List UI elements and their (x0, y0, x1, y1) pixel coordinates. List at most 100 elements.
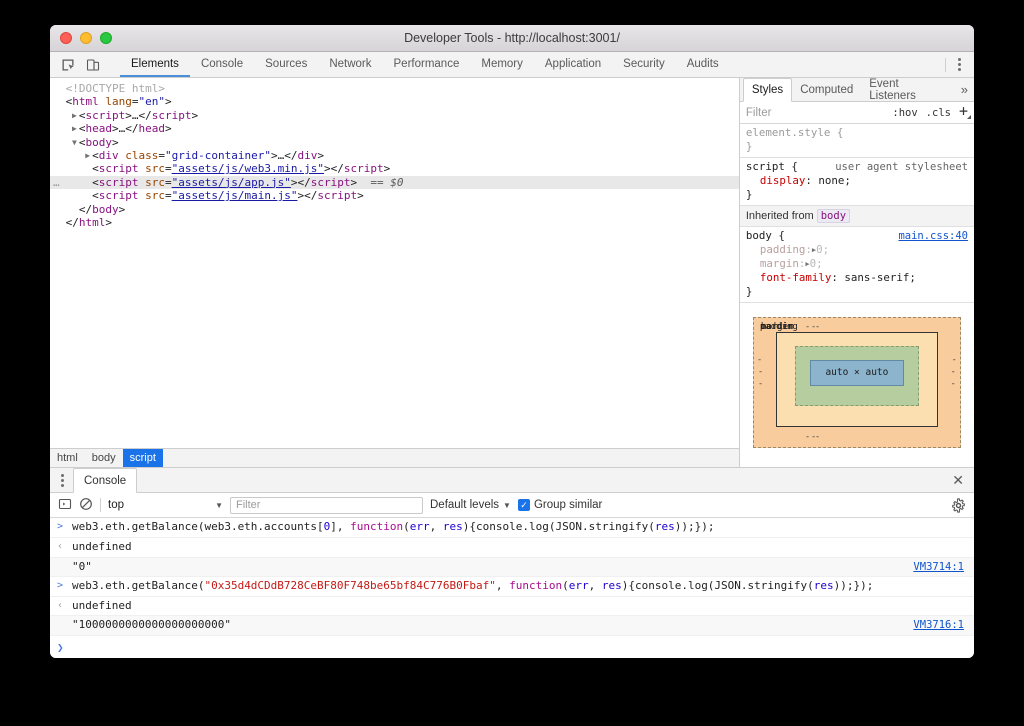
tab-console[interactable]: Console (190, 52, 254, 77)
more-options-kebab-icon[interactable] (953, 54, 966, 75)
console-sidebar-icon[interactable] (58, 497, 72, 514)
close-window-button[interactable] (60, 32, 72, 44)
css-declaration[interactable]: margin:▶0; (746, 257, 968, 271)
dom-node-row[interactable]: ▶ <div class="grid-container">…</div> (50, 149, 739, 162)
styles-filter-input[interactable]: Filter (746, 107, 772, 119)
box-model-border[interactable]: border - - - - padding - - - - auto × au… (757, 322, 957, 442)
collapsed-triangle-icon[interactable]: ▶ (70, 122, 79, 135)
console-input-message[interactable]: > web3.eth.getBalance("0x35d4dCDdB728CeBF… (50, 577, 974, 597)
tab-label: Network (329, 57, 372, 70)
styles-sidebar: Styles Computed Event Listeners » Filter… (739, 78, 974, 468)
box-model-border-right[interactable]: - (951, 365, 956, 379)
console-result-message[interactable]: ‹ undefined (50, 597, 974, 617)
tab-computed[interactable]: Computed (792, 78, 861, 101)
dom-node-row[interactable]: ▶ <head>…</head> (50, 122, 739, 135)
dom-node-row[interactable]: </body> (50, 203, 739, 216)
box-model-padding-right[interactable]: - (952, 353, 957, 367)
clear-console-icon[interactable] (79, 497, 93, 514)
minimize-window-button[interactable] (80, 32, 92, 44)
console-log-message[interactable]: "0" VM3714:1 (50, 557, 974, 578)
css-declaration[interactable]: padding:▶0; (746, 243, 968, 257)
tab-styles[interactable]: Styles (742, 78, 793, 102)
inherited-from-header: Inherited from body (739, 206, 974, 227)
dom-attr-link[interactable]: "assets/js/app.js" (172, 176, 291, 189)
tab-security[interactable]: Security (612, 52, 676, 77)
box-model-padding-left[interactable]: - (757, 353, 762, 367)
css-declaration[interactable]: font-family: sans-serif; (746, 271, 968, 285)
css-rule-origin-link[interactable]: main.css:40 (898, 229, 968, 243)
box-model-border-bottom[interactable]: - (811, 430, 816, 444)
console-message-list[interactable]: > web3.eth.getBalance(web3.eth.accounts[0… (50, 518, 974, 636)
console-levels-selector[interactable]: Default levels ▼ (430, 499, 511, 511)
box-model-padding-top[interactable]: - (805, 320, 810, 334)
tab-memory[interactable]: Memory (470, 52, 534, 77)
add-style-rule-icon[interactable]: + (959, 104, 972, 119)
console-log-message[interactable]: "1000000000000000000000" VM3716:1 (50, 616, 974, 636)
inherited-source-tag[interactable]: body (816, 209, 851, 223)
collapsed-triangle-icon[interactable]: ▶ (83, 149, 92, 162)
box-model-diagram[interactable]: margin - - - - border - - - - padding - … (752, 317, 961, 448)
dom-token-punc: < (92, 148, 99, 162)
dom-node-row[interactable]: <script src="assets/js/web3.min.js"></sc… (50, 162, 739, 175)
inspect-element-icon[interactable] (57, 54, 79, 76)
close-drawer-icon[interactable]: ✕ (942, 468, 974, 492)
css-rule-script[interactable]: user agent stylesheet script { display: … (739, 158, 974, 206)
box-model-padding-bottom[interactable]: - (805, 430, 810, 444)
dom-attr-link[interactable]: "assets/js/web3.min.js" (172, 162, 324, 175)
breadcrumb-item-script[interactable]: script (122, 449, 163, 468)
dom-node-row[interactable]: ▼ <body> (50, 136, 739, 149)
dom-node-row[interactable]: <html lang="en"> (50, 95, 739, 108)
dom-token-punc: </ (284, 148, 298, 162)
tab-performance[interactable]: Performance (383, 52, 471, 77)
device-toolbar-icon[interactable] (82, 54, 104, 76)
css-rule-element-style[interactable]: element.style { } (739, 124, 974, 158)
css-rule-body[interactable]: main.css:40 body { padding:▶0; margin:▶0… (739, 227, 974, 303)
console-source-link-label[interactable]: VM3716:1 (913, 619, 964, 631)
css-declaration[interactable]: display: none; (746, 174, 968, 188)
console-source-link-label[interactable]: VM3714:1 (913, 561, 964, 573)
console-prompt[interactable]: ❯ (50, 636, 974, 658)
box-model-content[interactable]: auto × auto (809, 360, 904, 386)
css-brace-open: { (771, 229, 785, 242)
tab-sources[interactable]: Sources (254, 52, 318, 77)
css-property-name: padding (759, 243, 806, 256)
dom-node-row[interactable]: … <script src="assets/js/app.js"></scrip… (50, 175, 739, 190)
dom-node-row[interactable]: ▶ <script>…</script> (50, 109, 739, 122)
dom-node-row[interactable]: <!DOCTYPE html> (50, 82, 739, 95)
box-model-border-top[interactable]: - (811, 320, 816, 334)
breadcrumb-item-body[interactable]: body (85, 449, 123, 467)
dom-node-row[interactable]: </html> (50, 216, 739, 229)
console-settings-gear-icon[interactable] (951, 498, 966, 513)
tab-network[interactable]: Network (318, 52, 382, 77)
console-source-link[interactable]: VM3714:1 (913, 559, 964, 576)
tab-audits[interactable]: Audits (676, 52, 730, 77)
dom-attr-link[interactable]: "assets/js/main.js" (172, 189, 298, 202)
console-input-message[interactable]: > web3.eth.getBalance(web3.eth.accounts[0… (50, 518, 974, 539)
console-filter-input[interactable]: Filter (230, 496, 423, 514)
box-model-padding[interactable]: padding - - - - auto × auto (757, 322, 957, 442)
box-model-margin-right[interactable]: - (951, 377, 956, 391)
tab-event-listeners[interactable]: Event Listeners (861, 78, 955, 102)
dom-node-row[interactable]: <script src="assets/js/main.js"></script… (50, 189, 739, 202)
drawer-more-icon[interactable] (52, 468, 73, 492)
console-result-message[interactable]: ‹ undefined (50, 538, 974, 558)
expanded-triangle-icon[interactable]: ▼ (70, 136, 79, 149)
box-model-border-left[interactable]: - (758, 365, 763, 379)
maximize-window-button[interactable] (100, 32, 112, 44)
breadcrumb-item-html[interactable]: html (50, 449, 85, 467)
more-tabs-chevron-icon[interactable]: » (955, 78, 974, 101)
element-classes-button[interactable]: .cls (926, 107, 951, 119)
tab-elements[interactable]: Elements (120, 52, 190, 77)
drawer-tab-console[interactable]: Console (73, 468, 138, 494)
box-model-margin[interactable]: margin - - - - border - - - - padding - … (752, 317, 961, 448)
group-similar-checkbox[interactable]: ✓ Group similar (517, 499, 602, 512)
tab-application[interactable]: Application (534, 52, 612, 77)
toggle-element-state-button[interactable]: :hov (892, 107, 917, 119)
dom-tree[interactable]: <!DOCTYPE html> <html lang="en"> ▶ <scrip… (50, 78, 739, 448)
console-source-link[interactable]: VM3716:1 (913, 617, 964, 634)
twisty-placeholder (83, 162, 92, 175)
box-model-margin-left[interactable]: - (758, 377, 763, 391)
stylesheet-link[interactable]: main.css:40 (898, 230, 968, 242)
collapsed-triangle-icon[interactable]: ▶ (70, 109, 79, 122)
console-context-selector[interactable]: top ▼ (108, 499, 223, 511)
